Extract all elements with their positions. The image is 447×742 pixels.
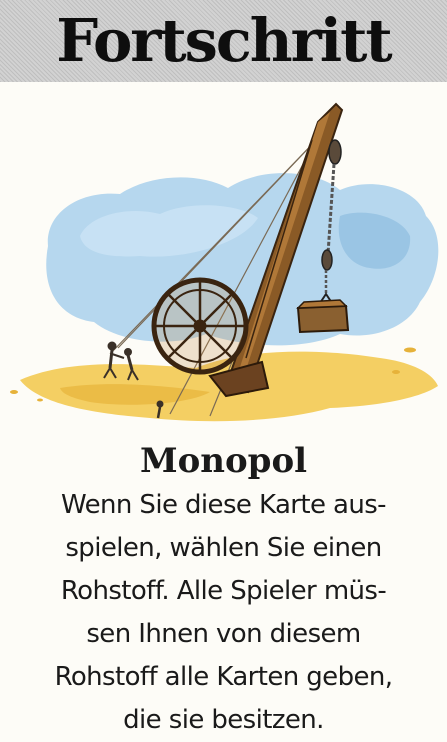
rules-text-line: Wenn Sie diese Karte aus- xyxy=(61,490,387,520)
treadwheel xyxy=(151,277,249,375)
rules-text-line: sen Ihnen von diesem xyxy=(86,619,361,649)
category-banner: Fortschritt xyxy=(0,0,447,82)
rules-text-line: die sie besitzen. xyxy=(123,705,324,735)
card-rules-text: Wenn Sie diese Karte aus- spielen, wähle… xyxy=(6,484,441,742)
rules-text-line: Rohstoff alle Karten geben, xyxy=(54,662,393,692)
card-name: Monopol xyxy=(139,441,308,481)
game-card: Fortschritt Monopol Wenn Sie diese Karte… xyxy=(0,0,447,735)
wooden-crane-icon xyxy=(10,102,439,422)
rules-text-line: Rohstoff. Alle Spieler müs- xyxy=(60,576,387,606)
category-title: Fortschritt xyxy=(56,6,392,75)
rules-text-line: spielen, wählen Sie einen xyxy=(65,533,382,563)
